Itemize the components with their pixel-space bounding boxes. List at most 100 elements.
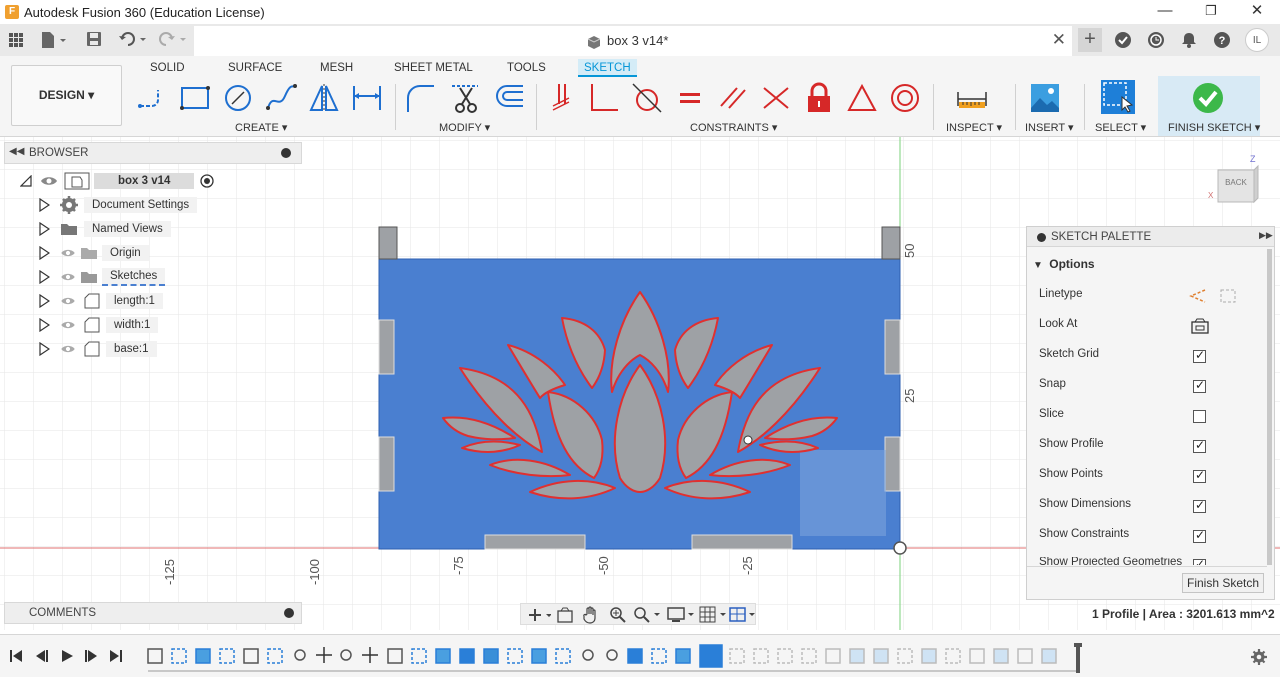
- timeline-features[interactable]: [140, 643, 1090, 675]
- show-projected-geometries-checkbox[interactable]: [1193, 557, 1206, 565]
- sketch-grid-checkbox[interactable]: [1193, 348, 1206, 363]
- sketch-palette-header[interactable]: SKETCH PALETTE ▶▶: [1027, 227, 1274, 247]
- user-avatar[interactable]: IL: [1245, 28, 1269, 52]
- go-to-end-icon[interactable]: [109, 649, 123, 663]
- expand-triangle-icon[interactable]: [38, 342, 50, 356]
- palette-row-show-profile[interactable]: Show Profile: [1039, 438, 1249, 458]
- centerline-linetype-icon[interactable]: [1219, 288, 1237, 304]
- offset-tool-icon[interactable]: [493, 82, 525, 114]
- visibility-eye-icon[interactable]: [60, 344, 76, 354]
- snap-checkbox[interactable]: [1193, 378, 1206, 393]
- look-at-nav-icon[interactable]: [557, 607, 573, 623]
- fit-zoom-icon[interactable]: [633, 606, 661, 624]
- palette-row-show-points[interactable]: Show Points: [1039, 468, 1249, 488]
- section-collapse-icon[interactable]: ▼: [1033, 260, 1043, 271]
- notifications-bell-icon[interactable]: [1180, 31, 1198, 49]
- show-profile-checkbox[interactable]: [1193, 438, 1206, 453]
- construction-linetype-icon[interactable]: [1189, 288, 1207, 304]
- close-window-button[interactable]: ✕: [1234, 0, 1280, 24]
- expand-triangle-icon[interactable]: [38, 318, 50, 332]
- browser-item-base[interactable]: base:1: [38, 339, 157, 359]
- line-tool-icon[interactable]: [136, 82, 168, 114]
- step-forward-icon[interactable]: [84, 649, 98, 663]
- origin-point[interactable]: [893, 541, 907, 555]
- palette-row-sketch-grid[interactable]: Sketch Grid: [1039, 348, 1249, 368]
- look-at-icon[interactable]: [1191, 318, 1209, 334]
- rectangle-tool-icon[interactable]: [179, 82, 211, 114]
- browser-item-named-views[interactable]: Named Views: [38, 219, 171, 239]
- tangent-constraint-icon[interactable]: [631, 82, 663, 114]
- sketch-point[interactable]: [743, 435, 753, 445]
- step-back-icon[interactable]: [35, 649, 49, 663]
- play-icon[interactable]: [60, 649, 74, 663]
- visibility-eye-icon[interactable]: [60, 248, 76, 258]
- expand-triangle-icon[interactable]: [38, 270, 50, 284]
- browser-panel-header[interactable]: ◀◀ BROWSER: [4, 142, 302, 164]
- equal-constraint-icon[interactable]: [674, 82, 706, 114]
- add-comment-icon[interactable]: [284, 608, 294, 618]
- coincident-constraint-icon[interactable]: [545, 82, 577, 114]
- visibility-eye-icon[interactable]: [60, 320, 76, 330]
- minimize-button[interactable]: —: [1142, 0, 1188, 24]
- measure-ruler-icon[interactable]: [956, 82, 988, 114]
- show-dimensions-checkbox[interactable]: [1193, 498, 1206, 513]
- orbit-icon[interactable]: [527, 607, 551, 623]
- slice-checkbox[interactable]: [1193, 410, 1206, 423]
- expand-triangle-icon[interactable]: [38, 294, 50, 308]
- insert-group-label[interactable]: INSERT ▾: [1025, 121, 1074, 134]
- browser-options-icon[interactable]: [281, 148, 291, 158]
- insert-image-icon[interactable]: [1029, 82, 1061, 114]
- job-status-icon[interactable]: [1147, 31, 1165, 49]
- tab-sketch[interactable]: SKETCH: [578, 59, 637, 77]
- tab-solid[interactable]: SOLID: [150, 59, 185, 77]
- go-to-start-icon[interactable]: [9, 649, 23, 663]
- viewports-icon[interactable]: [729, 606, 757, 624]
- finish-sketch-group-label[interactable]: FINISH SKETCH ▾: [1168, 121, 1260, 134]
- help-icon[interactable]: ?: [1213, 31, 1231, 49]
- tab-surface[interactable]: SURFACE: [228, 59, 282, 77]
- tab-sheet-metal[interactable]: SHEET METAL: [394, 59, 473, 77]
- tab-mesh[interactable]: MESH: [320, 59, 353, 77]
- spline-tool-icon[interactable]: [265, 82, 297, 114]
- visibility-eye-icon[interactable]: [60, 272, 76, 282]
- comments-panel-header[interactable]: COMMENTS: [4, 602, 302, 624]
- browser-root-row[interactable]: box 3 v14: [20, 171, 215, 191]
- palette-row-show-projected-geometries[interactable]: Show Projected Geometries: [1039, 557, 1249, 565]
- timeline-settings-gear-icon[interactable]: [1251, 649, 1267, 665]
- dimension-tool-icon[interactable]: [351, 82, 383, 114]
- modify-group-label[interactable]: MODIFY ▾: [439, 121, 490, 134]
- expand-triangle-icon[interactable]: [38, 198, 50, 212]
- app-grid-icon[interactable]: [8, 32, 24, 48]
- extensions-icon[interactable]: [1114, 31, 1132, 49]
- tab-tools[interactable]: TOOLS: [507, 59, 546, 77]
- inspect-group-label[interactable]: INSPECT ▾: [946, 121, 1002, 134]
- constraints-group-label[interactable]: CONSTRAINTS ▾: [690, 121, 777, 134]
- undo-icon[interactable]: [118, 31, 148, 47]
- maximize-button[interactable]: ❐: [1188, 0, 1234, 24]
- trim-tool-icon[interactable]: [450, 82, 482, 114]
- mirror-tool-icon[interactable]: [308, 82, 340, 114]
- zoom-icon[interactable]: [609, 606, 627, 624]
- show-points-checkbox[interactable]: [1193, 468, 1206, 483]
- palette-scrollbar[interactable]: [1267, 249, 1272, 565]
- new-tab-button[interactable]: +: [1078, 28, 1102, 52]
- show-constraints-checkbox[interactable]: [1193, 528, 1206, 543]
- expand-triangle-icon[interactable]: [38, 222, 50, 236]
- palette-row-show-dimensions[interactable]: Show Dimensions: [1039, 498, 1249, 518]
- browser-item-document-settings[interactable]: Document Settings: [38, 195, 198, 215]
- expand-triangle-icon[interactable]: [38, 246, 50, 260]
- palette-row-snap[interactable]: Snap: [1039, 378, 1249, 398]
- workspace-switcher-button[interactable]: DESIGN ▾: [11, 65, 122, 126]
- browser-item-length[interactable]: length:1: [38, 291, 163, 311]
- display-settings-icon[interactable]: [667, 606, 695, 624]
- options-section-header[interactable]: ▼ Options: [1033, 257, 1095, 271]
- collapse-panel-icon[interactable]: ◀◀: [9, 146, 24, 157]
- browser-item-origin[interactable]: Origin: [38, 243, 149, 263]
- expand-palette-icon[interactable]: ▶▶: [1259, 230, 1273, 241]
- save-icon[interactable]: [86, 31, 102, 47]
- select-group-label[interactable]: SELECT ▾: [1095, 121, 1146, 134]
- browser-item-width[interactable]: width:1: [38, 315, 159, 335]
- file-menu-icon[interactable]: [40, 31, 68, 49]
- midpoint-constraint-icon[interactable]: [760, 82, 792, 114]
- active-component-radio-icon[interactable]: [200, 174, 215, 188]
